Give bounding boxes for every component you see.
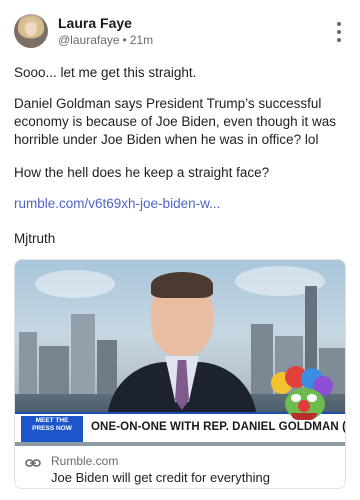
clown-sticker [271, 366, 335, 436]
speaker-figure [107, 272, 257, 442]
card-title[interactable]: Joe Biden will get credit for everything [51, 470, 270, 485]
author-handle[interactable]: @laurafaye [58, 33, 120, 47]
network-logo: MEET THE PRESS NOW [21, 416, 83, 442]
timestamp[interactable]: 21m [130, 33, 153, 47]
meta-separator: • [122, 33, 127, 47]
post-text-line: Daniel Goldman says President Trump’s su… [14, 96, 336, 147]
post-link[interactable]: rumble.com/v6t69xh-joe-biden-w... [14, 195, 220, 213]
post: Laura Faye @laurafaye • 21m Sooo... let me… [0, 0, 360, 500]
post-text-line: Mjtruth [14, 231, 56, 246]
card-domain: Rumble.com [51, 454, 119, 468]
post-header: Laura Faye @laurafaye • 21m [14, 14, 346, 50]
post-text-line: Sooo... let me get this straight. [14, 65, 197, 80]
link-icon [25, 459, 41, 467]
video-thumbnail[interactable]: MEET THE PRESS NOW ONE-ON-ONE WITH REP. … [15, 260, 345, 446]
post-text-line: How the hell does he keep a straight fac… [14, 165, 270, 180]
avatar[interactable] [14, 14, 48, 48]
more-vertical-icon[interactable] [336, 22, 342, 42]
card-footer[interactable]: Rumble.com Joe Biden will get credit for… [15, 446, 345, 488]
post-meta: @laurafaye • 21m [58, 33, 153, 47]
link-preview-card[interactable]: MEET THE PRESS NOW ONE-ON-ONE WITH REP. … [14, 259, 346, 489]
author-name[interactable]: Laura Faye [58, 15, 132, 31]
